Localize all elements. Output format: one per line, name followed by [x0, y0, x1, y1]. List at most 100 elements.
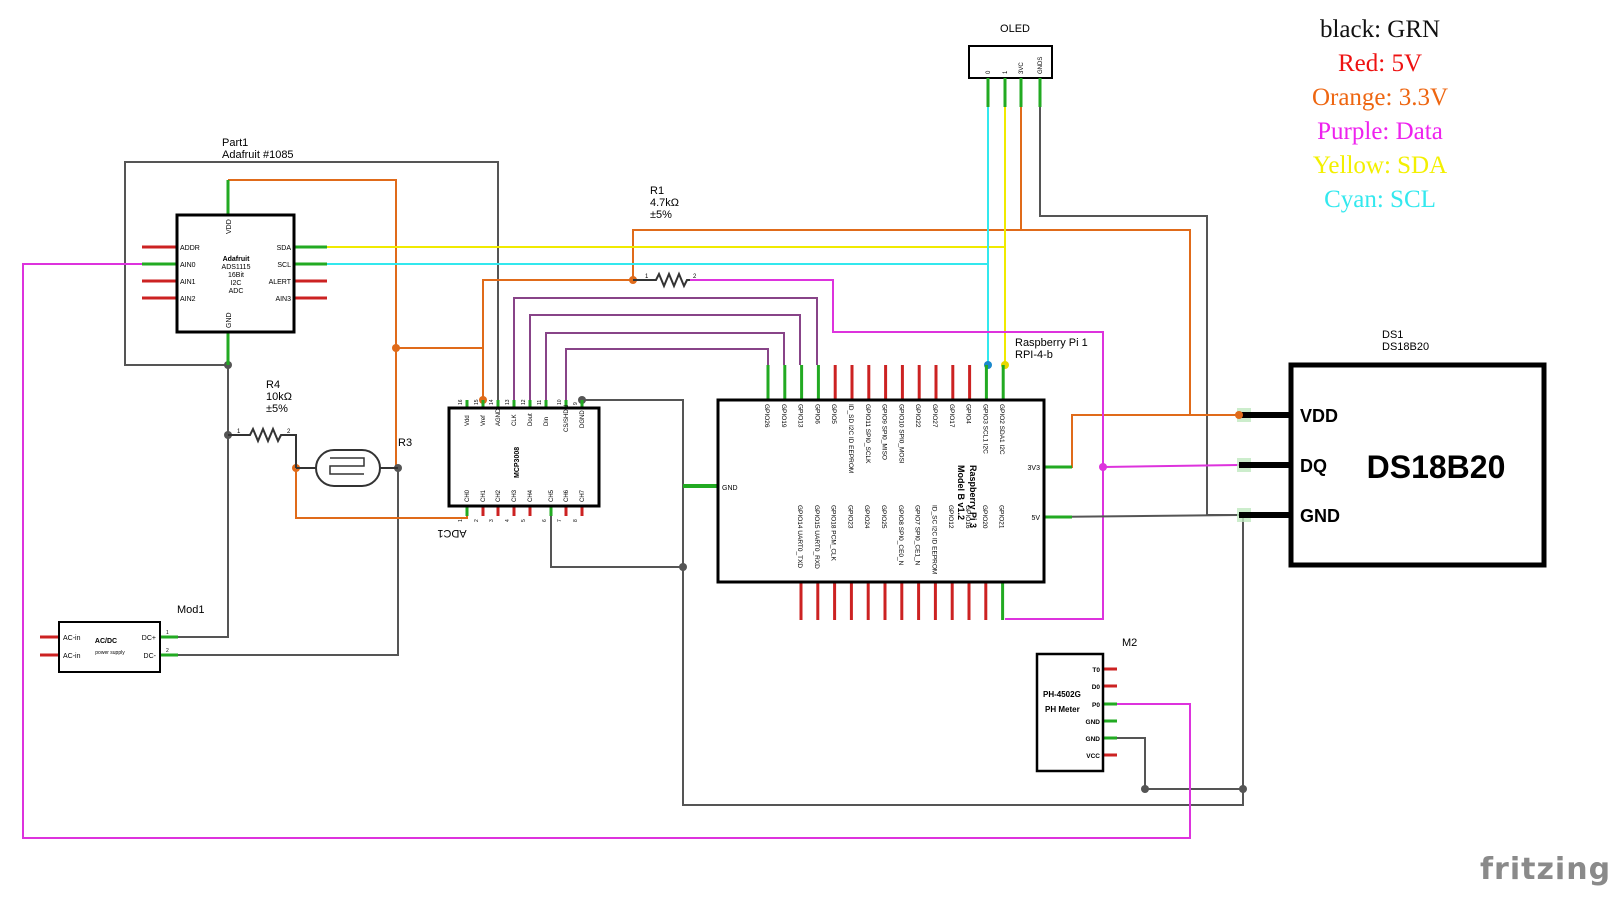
rpi-pin-label: GPIO18 PCM_CLK: [830, 505, 837, 562]
schematic-diagram: OLED 0 1 3VC GNDS Part1 Adafruit #1085 A…: [22, 16, 1547, 839]
svg-text:CH0: CH0: [465, 489, 471, 502]
rpi-top-pins: [766, 365, 1005, 400]
resistor-r4: R4 10kΩ ±5% 1 2: [228, 379, 297, 468]
r1-zigzag: [633, 271, 690, 289]
ads-body-line: ADC: [229, 288, 244, 295]
svg-text:Din: Din: [544, 417, 550, 426]
svg-text:8: 8: [573, 519, 579, 522]
wire-purple-dout: [529, 314, 801, 400]
svg-text:11: 11: [537, 400, 543, 405]
r3-ref: R3: [398, 437, 412, 449]
psu-pin-label: AC-in: [63, 635, 81, 642]
ph-pin-label: T0: [1092, 667, 1100, 674]
svg-text:7: 7: [557, 519, 563, 522]
rpi-ref: Raspberry Pi 1: [1015, 337, 1088, 349]
svg-text:CLK: CLK: [512, 414, 518, 426]
svg-text:5: 5: [521, 519, 527, 522]
ads-pin-label: GND: [226, 312, 233, 328]
psu-pin-label: DC+: [142, 635, 156, 642]
rpi-pin-label: GPIO23: [846, 505, 853, 529]
legend-entry: Orange: 3.3V: [1312, 84, 1448, 111]
rpi-pin-label: GPIO15 UART0_RXD: [813, 505, 820, 569]
ds-pin-label: VDD: [1300, 406, 1338, 426]
svg-text:DGND: DGND: [580, 410, 586, 428]
legend-entry: black: GRN: [1320, 16, 1440, 43]
wire-black-mcp-ch: [550, 516, 683, 568]
ds-name-large: DS18B20: [1367, 449, 1506, 485]
ads-body-line: Adafruit: [223, 256, 251, 263]
ads-body-line: 16Bit: [228, 272, 244, 279]
rpi-pin-label: GPIO27: [931, 404, 938, 428]
svg-text:CH5: CH5: [549, 489, 555, 502]
ph-pin-label: VCC: [1086, 753, 1100, 760]
ads-pin-label: ADDR: [180, 245, 200, 252]
wire-magenta-dq: [1102, 464, 1240, 468]
rpi-pin-label: GPIO22: [914, 404, 921, 428]
r4-tol: ±5%: [266, 403, 288, 415]
oled-title: OLED: [1000, 23, 1030, 35]
svg-text:1: 1: [166, 630, 169, 636]
svg-text:16: 16: [458, 399, 464, 405]
svg-text:13: 13: [505, 399, 511, 405]
rpi-pin-label: ID_SC I2C ID EEPROM: [930, 505, 937, 574]
ads-pin-label: AIN0: [180, 262, 196, 269]
svg-text:6: 6: [542, 519, 548, 522]
svg-text:10: 10: [557, 399, 563, 405]
ph-pin-label: GND: [1086, 736, 1101, 743]
ads-pin-label: VDD: [226, 219, 233, 234]
rpi-pin-label: GPIO2 SDA1 I2C: [998, 404, 1005, 455]
ds-ref: DS1: [1382, 329, 1403, 341]
svg-text:2: 2: [166, 648, 169, 654]
svg-text:1: 1: [458, 519, 464, 522]
ph-ref: M2: [1122, 637, 1137, 649]
svg-text:CH4: CH4: [528, 489, 534, 502]
wire-purple-din: [545, 332, 785, 400]
rpi-pin-label: GPIO12: [947, 505, 954, 529]
rpi-pin-label: GPIO19: [780, 404, 787, 428]
ph-body-line: PH Meter: [1045, 705, 1080, 714]
wire-black-oled-gnd: [1039, 107, 1239, 516]
fritzing-logo: fritzing: [1480, 852, 1612, 887]
svg-text:Vref: Vref: [481, 415, 487, 426]
ph-pin-label: GND: [1086, 719, 1101, 726]
rpi-pin-label: GPIO24: [863, 505, 870, 529]
rpi-pin-label: GPIO26: [763, 404, 770, 428]
legend-entry: Yellow: SDA: [1313, 152, 1447, 179]
ads-pin-label: AIN1: [180, 279, 196, 286]
oled-module: OLED 0 1 3VC GNDS: [968, 23, 1053, 107]
ads-ref: Part1: [222, 137, 248, 149]
r4-ref: R4: [266, 379, 280, 391]
psu-pin-label: AC-in: [63, 653, 81, 660]
rpi-pin-label: GPIO21: [998, 505, 1005, 529]
raspberry-pi-board: Raspberry Pi 1 RPI-4-b Raspberry Pi 3 Mo…: [683, 337, 1088, 620]
svg-text:CH1: CH1: [481, 489, 487, 502]
ads-pin-label: SCL: [277, 262, 291, 269]
rpi-pin-label: GPIO4: [965, 404, 972, 424]
r1-tol: ±5%: [650, 209, 672, 221]
ads-pin-label: SDA: [277, 245, 292, 252]
oled-pin-label: GNDS: [1038, 57, 1044, 74]
r1-value: 4.7kΩ: [650, 197, 679, 209]
r4-value: 10kΩ: [266, 391, 292, 403]
rpi-gnd-label: GND: [722, 485, 738, 492]
wire-5v: [1043, 514, 1240, 518]
rpi-bottom-pins: [799, 582, 1005, 620]
rpi-model: RPI-4-b: [1015, 349, 1053, 361]
rpi-pin-label: GPIO6: [813, 404, 820, 424]
ads-name: Adafruit #1085: [222, 149, 294, 161]
mcp-bottom-numbers: 1 2 3 4 5 6 7 8: [458, 519, 579, 522]
legend-entry: Cyan: SCL: [1324, 186, 1436, 213]
ads-body-line: ADS1115: [222, 264, 251, 271]
r1-ref: R1: [650, 185, 664, 197]
rpi-pin-label: ID_SD I2C ID EEPROM: [847, 404, 854, 473]
svg-text:Vdd: Vdd: [465, 415, 471, 426]
legend-entry: Purple: Data: [1317, 118, 1443, 145]
svg-text:14: 14: [489, 399, 495, 405]
ds-pin-label: DQ: [1300, 456, 1327, 476]
ph-pin-label: D0: [1092, 684, 1101, 691]
psu-pin-label: DC-: [144, 653, 157, 660]
wire-orange-3v3: [1044, 414, 1190, 468]
ads-body-line: I2C: [231, 280, 242, 287]
ph-body-line: PH-4502G: [1043, 690, 1081, 699]
photoresistor-r3: R3: [296, 437, 412, 487]
